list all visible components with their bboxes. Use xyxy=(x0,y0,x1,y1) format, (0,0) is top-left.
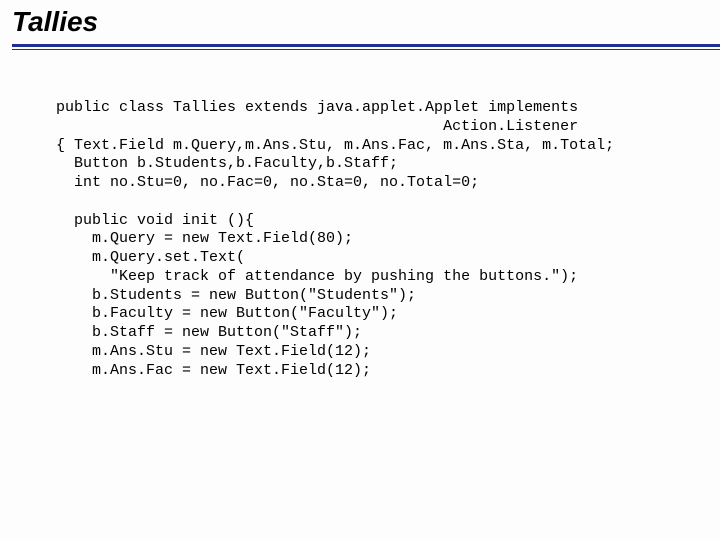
title-block: Tallies xyxy=(0,0,720,50)
code-block: public class Tallies extends java.applet… xyxy=(0,65,720,380)
slide: Tallies public class Tallies extends jav… xyxy=(0,0,720,540)
slide-title: Tallies xyxy=(12,6,720,40)
title-underline xyxy=(12,44,720,50)
